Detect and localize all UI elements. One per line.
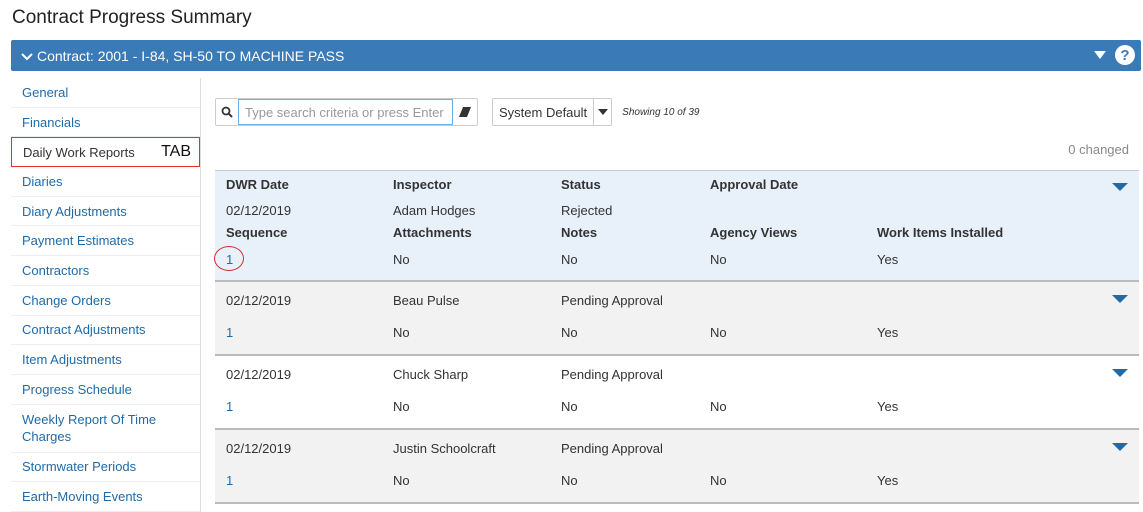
sidebar-item-label: Daily Work Reports	[23, 144, 135, 160]
agency-views: No	[710, 325, 727, 340]
contract-header-bar[interactable]: Contract: 2001 - I-84, SH-50 TO MACHINE …	[11, 40, 1141, 71]
sidebar-item-diaries[interactable]: Diaries	[11, 167, 200, 197]
tab-annotation: TAB	[161, 143, 191, 161]
status: Pending Approval	[561, 367, 663, 382]
sidebar-item-label: Diary Adjustments	[22, 203, 127, 219]
sidebar-item-label: Item Adjustments	[22, 352, 122, 368]
changed-count: 0 changed	[1068, 142, 1129, 157]
work-items-installed: Yes	[877, 252, 899, 267]
agency-views: No	[710, 252, 727, 267]
expand-row-icon[interactable]	[1112, 443, 1128, 451]
sidebar-item-label: Diaries	[22, 173, 63, 189]
sidebar-item-progress-schedule[interactable]: Progress Schedule	[11, 375, 200, 405]
table-row[interactable]: 02/12/2019 Beau Pulse Pending Approval 1…	[215, 282, 1139, 356]
sidebar-item-financials[interactable]: Financials	[11, 108, 200, 138]
dwr-date: 02/12/2019	[226, 293, 292, 308]
status: Pending Approval	[561, 293, 663, 308]
notes: No	[561, 252, 578, 267]
sidebar-item-contract-adjustments[interactable]: Contract Adjustments	[11, 316, 200, 346]
sidebar-item-label: Progress Schedule	[22, 381, 132, 397]
sidebar-item-label: Financials	[22, 114, 81, 130]
caret-down-icon[interactable]	[1093, 48, 1107, 63]
sidebar-item-earth-moving-events[interactable]: Earth-Moving Events	[11, 482, 200, 512]
contract-title: Contract: 2001 - I-84, SH-50 TO MACHINE …	[37, 47, 345, 64]
toolbar: System Default Showing 10 of 39	[215, 98, 699, 126]
status: Pending Approval	[561, 441, 663, 456]
sidebar-item-stormwater-periods[interactable]: Stormwater Periods	[11, 453, 200, 483]
expand-row-icon[interactable]	[1112, 183, 1128, 191]
caret-down-icon[interactable]	[593, 99, 611, 125]
expand-row-icon[interactable]	[1112, 295, 1128, 303]
search-box	[215, 98, 478, 126]
agency-views: No	[710, 399, 727, 414]
sidebar-nav: General Financials Daily Work Reports TA…	[11, 78, 201, 512]
sequence-link[interactable]: 1	[226, 473, 233, 488]
inspector: Beau Pulse	[393, 293, 460, 308]
eraser-icon[interactable]	[453, 99, 477, 125]
sidebar-item-label: Payment Estimates	[22, 233, 134, 249]
col-header-attachments: Attachments	[393, 225, 472, 240]
sidebar-item-weekly-report[interactable]: Weekly Report Of Time Charges	[11, 405, 200, 453]
col-header-agency-views: Agency Views	[710, 225, 798, 240]
work-items-installed: Yes	[877, 473, 899, 488]
sidebar-item-label: Earth-Moving Events	[22, 489, 143, 505]
col-header-dwr-date: DWR Date	[226, 177, 289, 192]
col-header-work-items-installed: Work Items Installed	[877, 225, 1004, 240]
sequence-link[interactable]: 1	[226, 325, 233, 340]
attachments: No	[393, 399, 410, 414]
sidebar-item-item-adjustments[interactable]: Item Adjustments	[11, 345, 200, 375]
sequence-link[interactable]: 1	[226, 399, 233, 414]
attachments: No	[393, 325, 410, 340]
sidebar-item-label: Change Orders	[22, 292, 111, 308]
sidebar-item-general[interactable]: General	[11, 78, 200, 108]
inspector: Chuck Sharp	[393, 367, 469, 382]
notes: No	[561, 473, 578, 488]
col-header-sequence: Sequence	[226, 225, 288, 240]
search-icon[interactable]	[216, 99, 238, 125]
sidebar-item-label: Contract Adjustments	[22, 322, 146, 338]
sidebar-item-label: Stormwater Periods	[22, 459, 137, 475]
dwr-date: 02/12/2019	[226, 203, 292, 218]
expand-row-icon[interactable]	[1112, 369, 1128, 377]
dwr-date: 02/12/2019	[226, 367, 292, 382]
notes: No	[561, 325, 578, 340]
col-header-notes: Notes	[561, 225, 598, 240]
help-icon[interactable]: ?	[1115, 45, 1135, 65]
dwr-date: 02/12/2019	[226, 441, 292, 456]
status: Rejected	[561, 203, 613, 218]
inspector: Justin Schoolcraft	[393, 441, 496, 456]
attachments: No	[393, 473, 410, 488]
sidebar-item-daily-work-reports[interactable]: Daily Work Reports TAB	[11, 137, 200, 168]
sidebar-item-change-orders[interactable]: Change Orders	[11, 286, 200, 316]
attachments: No	[393, 252, 410, 267]
record-count: Showing 10 of 39	[622, 106, 700, 118]
col-header-status: Status	[561, 177, 601, 192]
inspector: Adam Hodges	[393, 203, 476, 218]
sidebar-item-payment-estimates[interactable]: Payment Estimates	[11, 226, 200, 257]
sidebar-item-label: Contractors	[22, 262, 90, 278]
work-items-installed: Yes	[877, 325, 899, 340]
table-row[interactable]: 02/12/2019 Justin Schoolcraft Pending Ap…	[215, 430, 1139, 504]
table-row[interactable]: 02/12/2019 Chuck Sharp Pending Approval …	[215, 356, 1139, 430]
sequence-link[interactable]: 1	[226, 252, 233, 267]
page-title: Contract Progress Summary	[12, 7, 252, 28]
chevron-down-icon[interactable]	[19, 48, 35, 64]
table-row[interactable]: DWR Date Inspector Status Approval Date …	[214, 171, 1139, 282]
sidebar-item-label: General	[22, 84, 69, 100]
work-items-installed: Yes	[877, 399, 899, 414]
sidebar-item-label: Weekly Report Of Time Charges	[22, 412, 157, 445]
col-header-approval-date: Approval Date	[710, 177, 799, 192]
sidebar-item-contractors[interactable]: Contractors	[11, 256, 200, 286]
sidebar-item-diary-adjustments[interactable]: Diary Adjustments	[11, 197, 200, 227]
dwr-list: DWR Date Inspector Status Approval Date …	[214, 170, 1139, 504]
view-select[interactable]: System Default	[492, 98, 613, 126]
notes: No	[561, 399, 578, 414]
search-input[interactable]	[238, 99, 453, 125]
col-header-inspector: Inspector	[393, 177, 452, 192]
page: Contract Progress Summary Contract: 2001…	[0, 0, 1143, 512]
agency-views: No	[710, 473, 727, 488]
view-select-value: System Default	[499, 104, 588, 120]
